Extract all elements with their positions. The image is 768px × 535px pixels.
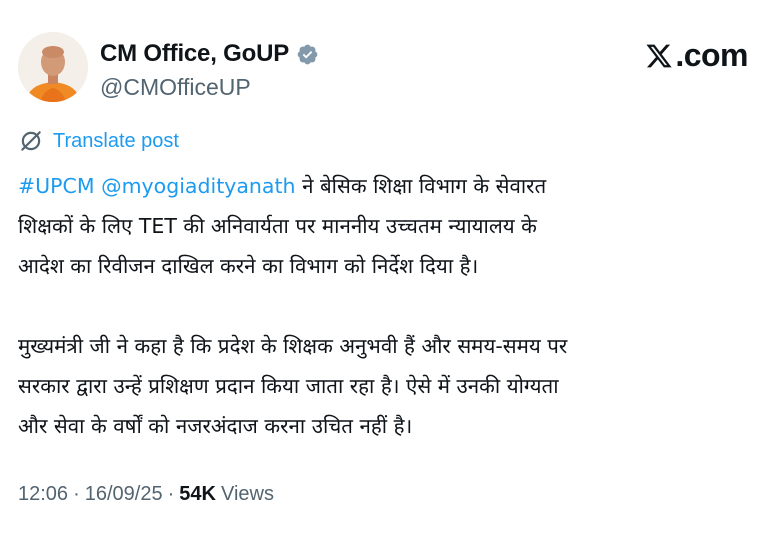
post-date[interactable]: 16/09/25 — [85, 483, 163, 506]
avatar[interactable] — [18, 32, 88, 102]
post-line-text: ने बेसिक शिक्षा विभाग के सेवारत — [302, 174, 547, 198]
hashtag-link[interactable]: #UPCM — [18, 174, 95, 198]
verified-badge-icon[interactable] — [296, 43, 319, 66]
post-line: #UPCM @myogiadityanath ने बेसिक शिक्षा व… — [18, 166, 753, 206]
views-count[interactable]: 54K — [179, 483, 216, 506]
translate-icon — [21, 131, 41, 151]
author-display-name[interactable]: CM Office, GoUP — [100, 40, 289, 68]
post-line: सरकार द्वारा उन्हें प्रशिक्षण प्रदान किय… — [18, 374, 559, 398]
mention-link[interactable]: @myogiadityanath — [101, 174, 295, 198]
post-line: शिक्षकों के लिए TET की अनिवार्यता पर मान… — [18, 214, 537, 238]
views-label: Views — [220, 483, 274, 505]
post-line: मुख्यमंत्री जी ने कहा है कि प्रदेश के शि… — [18, 334, 568, 358]
post-text: #UPCM @myogiadityanath ने बेसिक शिक्षा व… — [18, 166, 753, 446]
meta-separator: · — [167, 483, 175, 505]
post-meta: 12:06 · 16/09/25 · 54K Views — [18, 483, 274, 506]
brand-domain-text: .com — [675, 37, 748, 73]
translate-post-label[interactable]: Translate post — [53, 130, 179, 153]
post-time[interactable]: 12:06 — [18, 483, 68, 506]
author-handle[interactable]: @CMOfficeUP — [100, 74, 319, 101]
meta-separator: · — [73, 483, 80, 505]
post-line: आदेश का रिवीजन दाखिल करने का विभाग को नि… — [18, 254, 479, 278]
post-paragraph-2: मुख्यमंत्री जी ने कहा है कि प्रदेश के शि… — [18, 326, 753, 446]
post-header: CM Office, GoUP @CMOfficeUP .com — [18, 32, 748, 102]
post-line: और सेवा के वर्षों को नजरअंदाज करना उचित … — [18, 414, 413, 438]
x-logo-icon — [646, 44, 672, 67]
x-brand: .com — [644, 37, 748, 74]
post-paragraph-1: #UPCM @myogiadityanath ने बेसिक शिक्षा व… — [18, 166, 753, 286]
translate-post-link[interactable]: Translate post — [18, 128, 179, 154]
avatar-image — [18, 32, 88, 102]
author-names: CM Office, GoUP @CMOfficeUP — [100, 40, 319, 101]
